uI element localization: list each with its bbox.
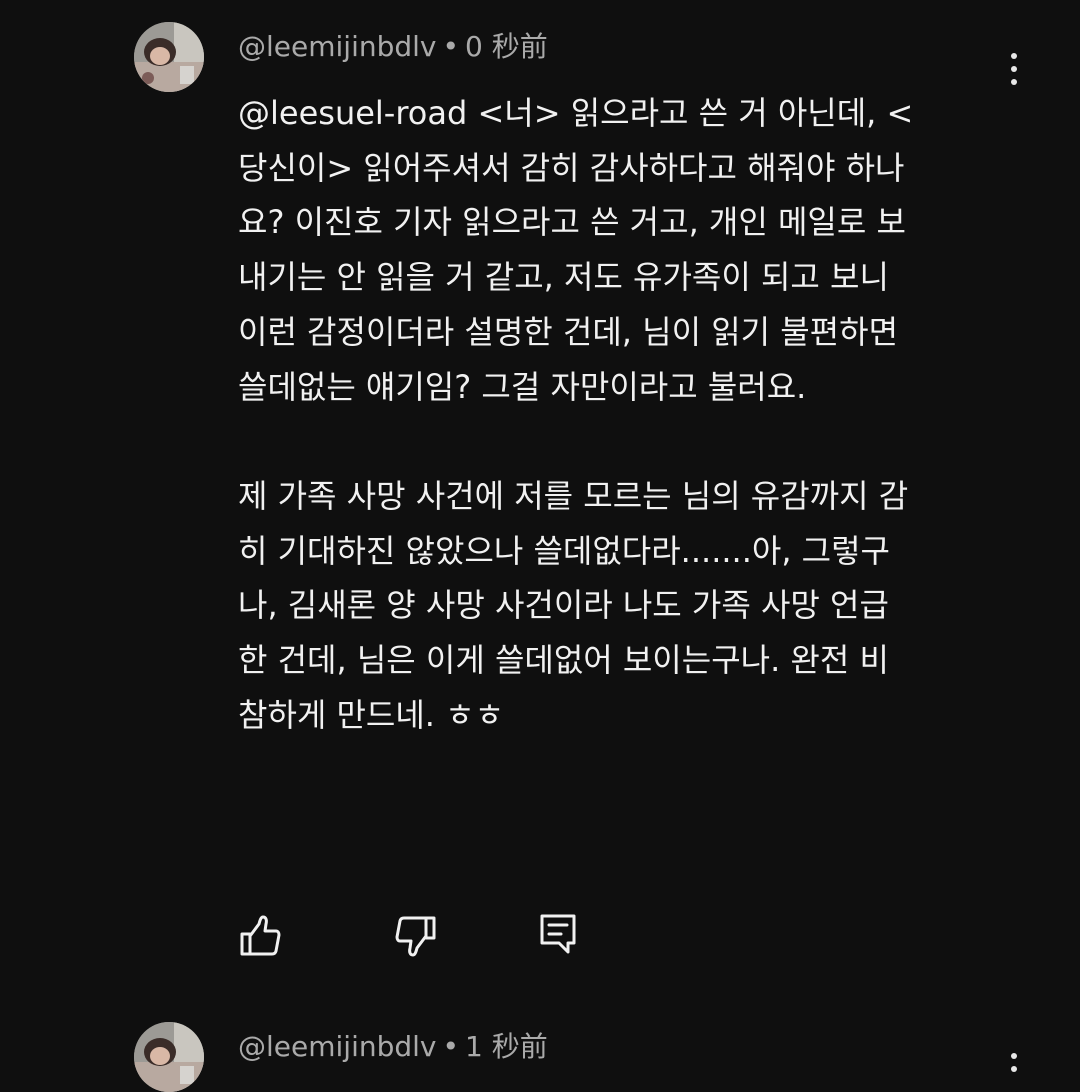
comment-line: 내기는 안 읽을 거 같고, 저도 유가족이 되고 보니	[238, 258, 889, 297]
avatar[interactable]	[134, 22, 204, 92]
like-button[interactable]	[230, 906, 290, 966]
comment-line: 이런 감정이더라 설명한 건데, 님이 읽기 불편하면	[238, 312, 899, 351]
avatar[interactable]	[134, 1022, 204, 1092]
comment-line: 히 기대하진 않았으나 쓸데없다라.......아, 그렇구	[238, 531, 890, 570]
author-handle[interactable]: @leemijinbdlv	[238, 1030, 437, 1063]
comment-line: 나, 김새론 양 사망 사건이라 나도 가족 사망 언급	[238, 586, 889, 625]
comment-line: @leesuel-road <너> 읽으라고 쓴 거 아닌데, <	[238, 94, 914, 132]
separator-dot: •	[442, 30, 460, 63]
comment-actions	[0, 906, 1080, 966]
dislike-button[interactable]	[386, 906, 446, 966]
comment-line: 당신이> 읽어주셔서 감히 감사하다고 해줘야 하나	[238, 148, 905, 187]
more-vertical-icon[interactable]	[1000, 50, 1028, 90]
timestamp: 0 秒前	[465, 30, 548, 63]
author-handle[interactable]: @leemijinbdlv	[238, 30, 437, 63]
thumbs-down-icon	[395, 916, 436, 957]
reply-button[interactable]	[528, 906, 588, 966]
comment-line: 참하게 만드네. ㅎㅎ	[238, 695, 505, 734]
thumbs-up-icon	[240, 915, 281, 956]
more-vertical-icon[interactable]	[1000, 1050, 1028, 1090]
comment-line: 요? 이진호 기자 읽으라고 쓴 거고, 개인 메일로 보	[238, 203, 906, 242]
avatar-image	[134, 22, 204, 92]
comment-thread: @leemijinbdlv • 0 秒前 @leesuel-road <너> 읽으라…	[0, 0, 1080, 1000]
reply-icon	[540, 914, 576, 954]
comment-meta: @leemijinbdlv • 0 秒前	[238, 33, 548, 61]
comment-thread: @leemijinbdlv • 1 秒前	[0, 1000, 1080, 1092]
comment-paragraph: @leesuel-road <너> 읽으라고 쓴 거 아닌데, < 당신이> 읽…	[238, 86, 1008, 414]
separator-dot: •	[442, 1030, 460, 1063]
comment-meta: @leemijinbdlv • 1 秒前	[238, 1033, 548, 1061]
comment-paragraph: 제 가족 사망 사건에 저를 모르는 님의 유감까지 감 히 기대하진 않았으나…	[238, 469, 1008, 743]
comment-text: @leesuel-road <너> 읽으라고 쓴 거 아닌데, < 당신이> 읽…	[238, 86, 1008, 742]
comment-line: 제 가족 사망 사건에 저를 모르는 님의 유감까지 감	[238, 476, 909, 515]
timestamp: 1 秒前	[465, 1030, 548, 1063]
avatar-image	[134, 1022, 204, 1092]
comment-line: 한 건데, 님은 이게 쓸데없어 보이는구나. 완전 비	[238, 641, 889, 680]
comment-line: 쓸데없는 얘기임? 그걸 자만이라고 불러요.	[238, 367, 807, 406]
